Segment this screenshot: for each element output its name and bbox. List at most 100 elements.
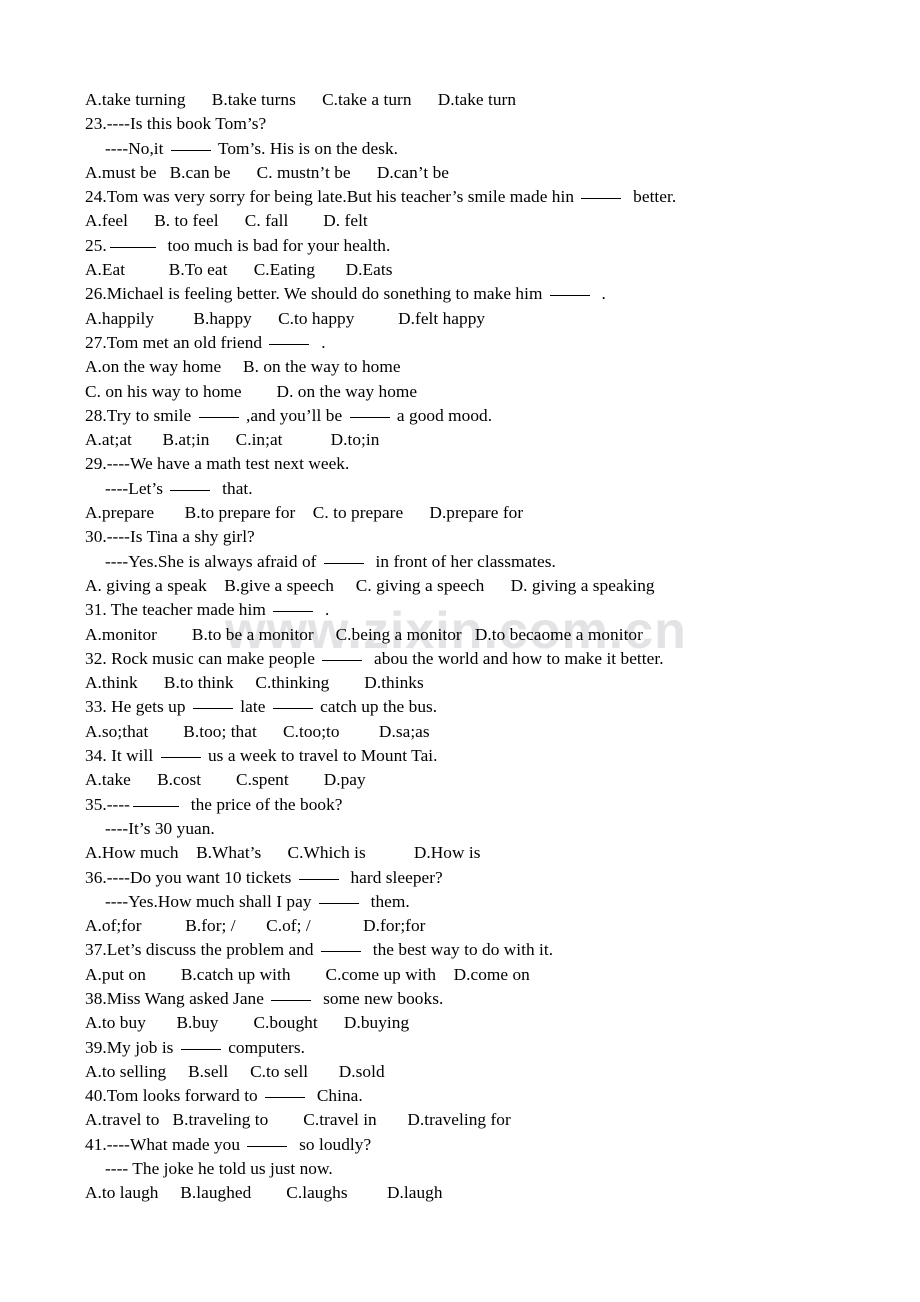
line-text: A.monitor B.to be a monitor C.being a mo… xyxy=(85,624,643,644)
line-post: . xyxy=(316,600,330,620)
line-text: A.must be B.can be C. mustn’t be D.can’t… xyxy=(85,162,450,182)
line-text: A.on the way home B. on the way to home xyxy=(85,357,401,377)
line-text: A.of;for B.for; / C.of; / D.for;for xyxy=(85,916,426,936)
answer-blank-1[interactable] xyxy=(269,343,310,345)
answer-options-line: A.How much B.What’s C.Which is D.How is xyxy=(85,841,885,865)
answer-blank-1[interactable] xyxy=(198,416,239,418)
line-pre: 34. It will xyxy=(85,746,158,766)
answer-blank-1[interactable] xyxy=(170,149,211,151)
line-pre: 39.My job is xyxy=(85,1037,178,1057)
line-post: the price of the book? xyxy=(181,794,343,814)
answer-options-line: A.of;for B.for; / C.of; / D.for;for xyxy=(85,914,885,938)
answer-blank-1[interactable] xyxy=(192,708,233,710)
answer-blank-2[interactable] xyxy=(349,416,390,418)
line-pre: 28.Try to smile xyxy=(85,405,196,425)
line-text: A.to laugh B.laughed C.laughs D.laugh xyxy=(85,1183,443,1203)
line-text: A.How much B.What’s C.Which is D.How is xyxy=(85,843,481,863)
line-pre: ----Let’s xyxy=(105,478,168,498)
answer-blank-1[interactable] xyxy=(321,951,361,953)
line-post: a good mood. xyxy=(392,405,493,425)
question-line: 35.---- the price of the book? xyxy=(85,793,885,817)
answer-options-line: A.to buy B.buy C.bought D.buying xyxy=(85,1011,885,1035)
line-pre: ----No,it xyxy=(105,138,168,158)
answer-blank-1[interactable] xyxy=(170,489,211,491)
question-line: 23.----Is this book Tom’s? xyxy=(85,112,885,136)
question-line: 32. Rock music can make people abou the … xyxy=(85,647,885,671)
answer-blank-1[interactable] xyxy=(322,659,363,661)
question-line: 40.Tom looks forward to China. xyxy=(85,1084,885,1108)
line-text: 29.----We have a math test next week. xyxy=(85,454,350,474)
question-line: 33. He gets up late catch up the bus. xyxy=(85,695,885,719)
line-post: China. xyxy=(308,1086,363,1106)
question-line: 27.Tom met an old friend . xyxy=(85,331,885,355)
line-post: better. xyxy=(624,187,677,207)
line-text: A.take B.cost C.spent D.pay xyxy=(85,770,366,790)
question-line: 28.Try to smile ,and you’ll be a good mo… xyxy=(85,404,885,428)
line-post: . xyxy=(312,332,326,352)
answer-blank-1[interactable] xyxy=(549,295,590,297)
answer-blank-1[interactable] xyxy=(109,246,156,248)
answer-blank-1[interactable] xyxy=(271,999,312,1001)
answer-options-line: A.on the way home B. on the way to home xyxy=(85,355,885,379)
answer-options-line: A.think B.to think C.thinking D.thinks xyxy=(85,671,885,695)
answer-options-line: A. giving a speak B.give a speech C. giv… xyxy=(85,574,885,598)
line-pre: 41.----What made you xyxy=(85,1134,245,1154)
line-text: A.so;that B.too; that C.too;to D.sa;as xyxy=(85,721,430,741)
answer-blank-1[interactable] xyxy=(318,902,359,904)
line-pre: 32. Rock music can make people xyxy=(85,648,320,668)
line-pre: 27.Tom met an old friend xyxy=(85,332,267,352)
line-post: some new books. xyxy=(314,988,444,1008)
answer-blank-1[interactable] xyxy=(298,878,339,880)
answer-options-line: A.must be B.can be C. mustn’t be D.can’t… xyxy=(85,161,885,185)
line-pre: 31. The teacher made him xyxy=(85,600,271,620)
line-post: . xyxy=(592,284,606,304)
line-post: us a week to travel to Mount Tai. xyxy=(203,746,438,766)
question-line: 41.----What made you so loudly? xyxy=(85,1133,885,1157)
answer-blank-1[interactable] xyxy=(323,562,364,564)
line-pre: 35.---- xyxy=(85,794,130,814)
line-text: A. giving a speak B.give a speech C. giv… xyxy=(85,575,655,595)
answer-blank-1[interactable] xyxy=(247,1145,288,1147)
line-pre: 24.Tom was very sorry for being late.But… xyxy=(85,187,579,207)
line-text: A.at;at B.at;in C.in;at D.to;in xyxy=(85,430,380,450)
answer-blank-1[interactable] xyxy=(132,805,179,807)
answer-blank-1[interactable] xyxy=(180,1048,221,1050)
question-line: 29.----We have a math test next week. xyxy=(85,452,885,476)
answer-blank-2[interactable] xyxy=(272,708,313,710)
line-pre: ----Yes.How much shall I pay xyxy=(105,891,316,911)
worksheet-body: A.take turning B.take turns C.take a tur… xyxy=(85,88,885,1206)
line-text: A.put on B.catch up with C.come up with … xyxy=(85,964,530,984)
line-pre: 36.----Do you want 10 tickets xyxy=(85,867,296,887)
answer-blank-1[interactable] xyxy=(160,757,201,759)
line-pre: 37.Let’s discuss the problem and xyxy=(85,940,318,960)
answer-options-line: C. on his way to home D. on the way home xyxy=(85,380,885,404)
line-post: too much is bad for your health. xyxy=(158,235,391,255)
line-text: A.think B.to think C.thinking D.thinks xyxy=(85,673,424,693)
answer-options-line: A.put on B.catch up with C.come up with … xyxy=(85,963,885,987)
answer-options-line: A.take turning B.take turns C.take a tur… xyxy=(85,88,885,112)
answer-options-line: A.to laugh B.laughed C.laughs D.laugh xyxy=(85,1181,885,1205)
line-text: A.travel to B.traveling to C.travel in D… xyxy=(85,1110,511,1130)
document-page: www.zixin.com.cn A.take turning B.take t… xyxy=(0,0,920,1302)
answer-blank-1[interactable] xyxy=(581,198,622,200)
line-text: A.happily B.happy C.to happy D.felt happ… xyxy=(85,308,486,328)
line-text: A.to buy B.buy C.bought D.buying xyxy=(85,1013,410,1033)
answer-blank-1[interactable] xyxy=(273,611,314,613)
line-text: C. on his way to home D. on the way home xyxy=(85,381,418,401)
question-line: 39.My job is computers. xyxy=(85,1036,885,1060)
line-text: A.Eat B.To eat C.Eating D.Eats xyxy=(85,260,393,280)
answer-options-line: A.travel to B.traveling to C.travel in D… xyxy=(85,1108,885,1132)
line-text: A.take turning B.take turns C.take a tur… xyxy=(85,90,517,109)
dialogue-line: ----Yes.How much shall I pay them. xyxy=(85,890,885,914)
line-post: that. xyxy=(213,478,253,498)
question-line: 26.Michael is feeling better. We should … xyxy=(85,282,885,306)
question-line: 36.----Do you want 10 tickets hard sleep… xyxy=(85,866,885,890)
answer-options-line: A.monitor B.to be a monitor C.being a mo… xyxy=(85,623,885,647)
line-text: ----It’s 30 yuan. xyxy=(105,818,215,838)
answer-blank-1[interactable] xyxy=(265,1097,306,1099)
dialogue-line: ---- The joke he told us just now. xyxy=(85,1157,885,1181)
line-post: computers. xyxy=(223,1037,306,1057)
answer-options-line: A.prepare B.to prepare for C. to prepare… xyxy=(85,501,885,525)
line-text: A.prepare B.to prepare for C. to prepare… xyxy=(85,503,524,523)
line-pre: 33. He gets up xyxy=(85,697,190,717)
